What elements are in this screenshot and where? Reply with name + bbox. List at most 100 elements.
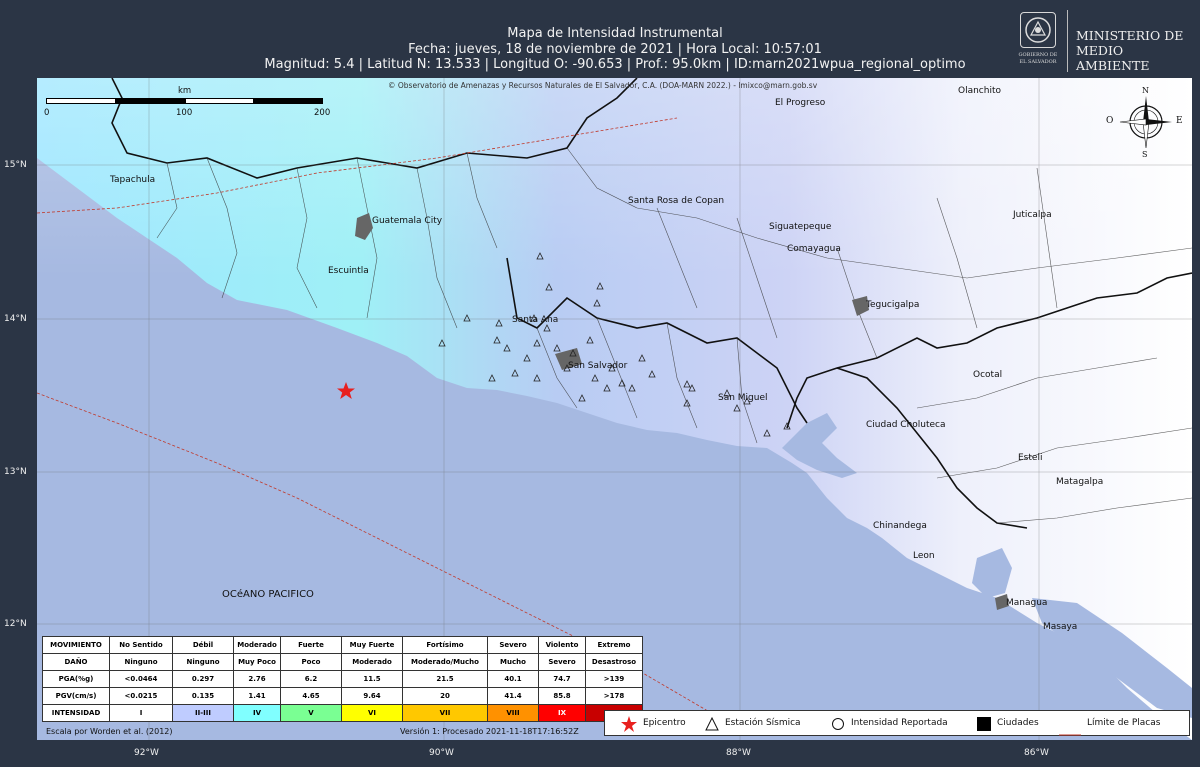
intensity-swatch: IX bbox=[538, 704, 586, 722]
city-label: Santa Ana bbox=[512, 315, 559, 325]
legend-row: DAÑO Ninguno Ninguno Muy Poco Poco Moderado Mo… bbox=[42, 653, 643, 671]
legend-cell: Poco bbox=[280, 653, 342, 671]
scale-segment bbox=[116, 98, 185, 104]
epicenter-key-label: Epicentro bbox=[643, 718, 686, 728]
legend-row-header: DAÑO bbox=[42, 653, 110, 671]
scale-segment bbox=[185, 98, 254, 104]
legend-cell: 1.41 bbox=[233, 687, 281, 705]
city-label: Santa Rosa de Copan bbox=[628, 196, 725, 206]
legend-cell: Moderado bbox=[341, 653, 403, 671]
legend-cell: No Sentido bbox=[109, 636, 173, 654]
lat-label-15: 15°N bbox=[4, 160, 27, 170]
city-label: San Miguel bbox=[718, 393, 768, 403]
ocean-label: OCéANO PACIFICO bbox=[222, 589, 314, 600]
legend-row: PGA(%g) <0.0464 0.297 2.76 6.2 11.5 21.5 40.1 74… bbox=[42, 670, 643, 688]
intensity-swatch: IV bbox=[233, 704, 281, 722]
legend-cell: 2.76 bbox=[233, 670, 281, 688]
intensity-swatch: VI bbox=[341, 704, 403, 722]
lat-label-13: 13°N bbox=[4, 467, 27, 477]
lon-label-86: 86°W bbox=[1024, 748, 1049, 758]
legend-cell: 9.64 bbox=[341, 687, 403, 705]
legend-cell: Violento bbox=[538, 636, 586, 654]
legend-cell: 21.5 bbox=[402, 670, 488, 688]
scale-tick-100: 100 bbox=[176, 108, 193, 118]
scale-segment bbox=[46, 98, 116, 104]
compass-rose-icon: N O E S bbox=[1106, 86, 1188, 166]
intensity-swatch: II-III bbox=[172, 704, 234, 722]
legend-row: PGV(cm/s) <0.0215 0.135 1.41 4.65 9.64 20 41.4 8… bbox=[42, 687, 643, 705]
lat-label-14: 14°N bbox=[4, 314, 27, 324]
scale-bar: km 0 100 200 bbox=[44, 86, 330, 118]
legend-row-header: PGA(%g) bbox=[42, 670, 110, 688]
legend-cell: >139 bbox=[585, 670, 643, 688]
legend-cell: 85.8 bbox=[538, 687, 586, 705]
legend-cell: 6.2 bbox=[280, 670, 342, 688]
compass-w: O bbox=[1106, 116, 1114, 126]
city-label: El Progreso bbox=[775, 98, 826, 108]
lon-label-92: 92°W bbox=[134, 748, 159, 758]
city-label: Managua bbox=[1006, 598, 1048, 608]
legend-cell: Fortísimo bbox=[402, 636, 488, 654]
legend-cell: Severo bbox=[487, 636, 539, 654]
cities-key-label: Ciudades bbox=[997, 718, 1039, 728]
city-label: Tapachula bbox=[110, 175, 156, 185]
city-label: Siguatepeque bbox=[769, 222, 832, 232]
city-label: Chinandega bbox=[873, 521, 927, 531]
epicenter-key-icon bbox=[621, 716, 637, 736]
legend-intensity-row: INTENSIDADIII-IIIIVVVIVIIVIIIIXX+ bbox=[42, 704, 643, 722]
compass-n: N bbox=[1142, 86, 1149, 95]
legend-cell: Moderado bbox=[233, 636, 281, 654]
legend-cell: Muy Poco bbox=[233, 653, 281, 671]
intensity-swatch: VIII bbox=[487, 704, 539, 722]
logo-divider bbox=[1067, 10, 1068, 72]
reported-intensity-key-label: Intensidad Reportada bbox=[851, 718, 948, 728]
government-seal-icon bbox=[1020, 12, 1056, 48]
legend-cell: 0.297 bbox=[172, 670, 234, 688]
scale-reference: Escala por Worden et al. (2012) bbox=[46, 727, 173, 736]
legend-cell: Fuerte bbox=[280, 636, 342, 654]
scale-tick-0: 0 bbox=[44, 108, 50, 118]
lon-label-88: 88°W bbox=[726, 748, 751, 758]
city-label: Escuintla bbox=[328, 266, 369, 276]
lon-label-90: 90°W bbox=[429, 748, 454, 758]
lat-label-12: 12°N bbox=[4, 619, 27, 629]
intensity-swatch: VII bbox=[402, 704, 488, 722]
city-label: Leon bbox=[913, 551, 935, 561]
legend-cell: Muy Fuerte bbox=[341, 636, 403, 654]
legend-row-header: MOVIMIENTO bbox=[42, 636, 110, 654]
scale-segment bbox=[254, 98, 323, 104]
city-label: Ocotal bbox=[973, 370, 1003, 380]
city-label: Ciudad Choluteca bbox=[866, 420, 946, 430]
intensity-legend-table: MOVIMIENTO No Sentido Débil Moderado Fuerte M… bbox=[42, 636, 643, 722]
scale-unit: km bbox=[178, 86, 192, 96]
station-key-icon bbox=[705, 716, 719, 735]
intensity-swatch: V bbox=[280, 704, 342, 722]
legend-cell: <0.0215 bbox=[109, 687, 173, 705]
city-label: Comayagua bbox=[787, 244, 841, 254]
city-label: San Salvador bbox=[568, 361, 628, 371]
legend-cell: Ninguno bbox=[109, 653, 173, 671]
legend-cell: Desastroso bbox=[585, 653, 643, 671]
symbol-key: Epicentro Estación Sísmica Intensidad Re… bbox=[604, 710, 1190, 736]
legend-cell: 0.135 bbox=[172, 687, 234, 705]
compass-e: E bbox=[1176, 116, 1183, 126]
city-label: Esteli bbox=[1018, 453, 1043, 463]
legend-row: MOVIMIENTO No Sentido Débil Moderado Fuerte M… bbox=[42, 636, 643, 654]
government-label: GOBIERNO DE EL SALVADOR bbox=[1018, 52, 1058, 65]
city-label: Masaya bbox=[1043, 622, 1078, 632]
legend-cell: Severo bbox=[538, 653, 586, 671]
legend-cell: >178 bbox=[585, 687, 643, 705]
legend-cell: 20 bbox=[402, 687, 488, 705]
map-credit: © Observatorio de Amenazas y Recursos Na… bbox=[388, 81, 818, 90]
plate-boundary-key-icon bbox=[1059, 722, 1081, 741]
legend-cell: 11.5 bbox=[341, 670, 403, 688]
scale-tick-200: 200 bbox=[314, 108, 331, 118]
city-label: Juticalpa bbox=[1013, 210, 1052, 220]
city-label: Tegucigalpa bbox=[866, 300, 920, 310]
ministry-name: MINISTERIO DE MEDIO AMBIENTE bbox=[1076, 28, 1184, 73]
city-label: Olanchito bbox=[958, 86, 1001, 96]
legend-cell: Extremo bbox=[585, 636, 643, 654]
legend-row-header: INTENSIDAD bbox=[42, 704, 110, 722]
legend-cell: Moderado/Mucho bbox=[402, 653, 488, 671]
plate-boundary-key-label: Límite de Placas bbox=[1087, 718, 1161, 728]
